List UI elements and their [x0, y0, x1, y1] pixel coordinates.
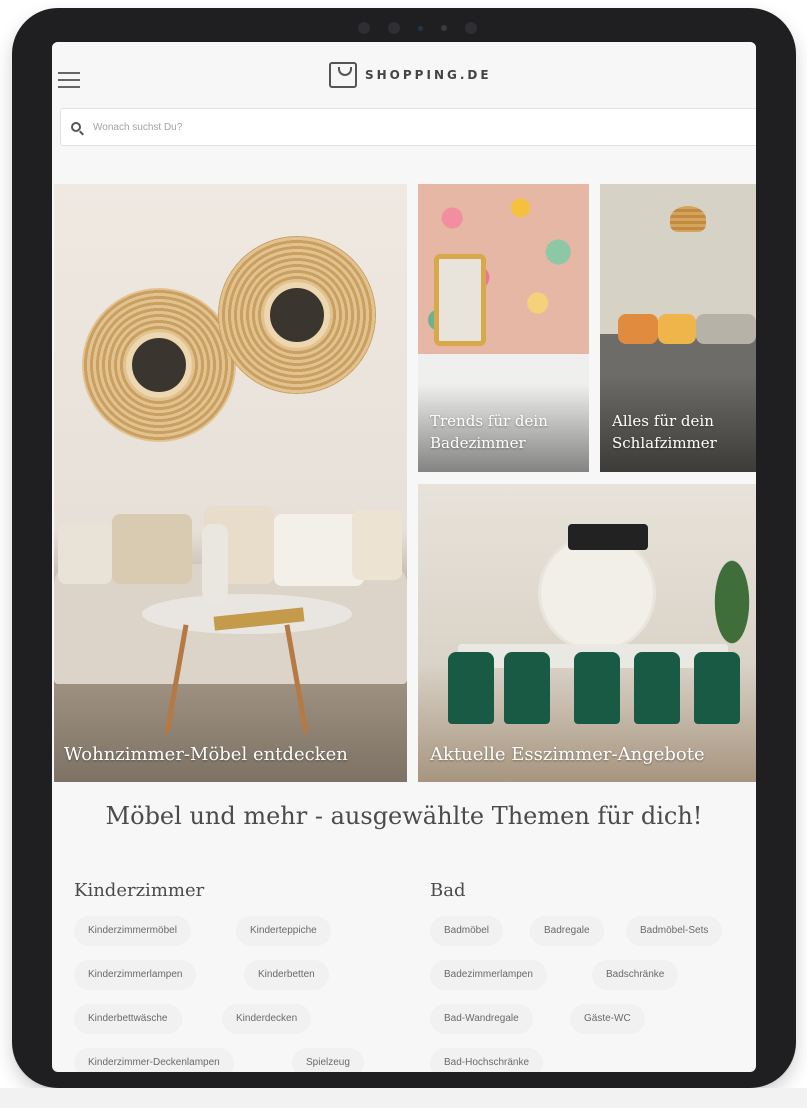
screen: SHOPPING.DE Wohn — [52, 42, 756, 1072]
search-bar[interactable] — [60, 108, 756, 146]
caption-line: Schlafzimmer — [612, 434, 717, 452]
bath-mirror — [434, 254, 486, 346]
caption-line: Badezimmer — [430, 434, 526, 452]
tile-caption: Wohnzimmer-Möbel entdecken — [64, 744, 348, 765]
tile-dining-room[interactable]: Aktuelle Esszimmer-Angebote — [418, 484, 756, 782]
topic-chip[interactable]: Badezimmerlampen — [430, 960, 547, 990]
site-header: SHOPPING.DE — [52, 42, 756, 164]
bedroom-wall — [600, 184, 756, 334]
topic-chip[interactable]: Kinderbettwäsche — [74, 1004, 182, 1034]
topic-chip[interactable]: Badmöbel-Sets — [626, 916, 723, 946]
topic-chip[interactable]: Gäste-WC — [570, 1004, 645, 1034]
mirror-decoration — [218, 236, 376, 394]
pendant-lamp — [670, 206, 706, 232]
topic-chip[interactable]: Badschränke — [592, 960, 679, 990]
round-mirror — [538, 534, 656, 652]
camera-strip — [342, 20, 492, 36]
tile-bedroom[interactable]: Alles für dein Schlafzimmer — [600, 184, 756, 472]
sensor-dot — [464, 22, 477, 34]
category-title-bad: Bad — [430, 880, 466, 901]
chandelier — [568, 524, 648, 550]
shopping-bag-icon — [329, 62, 357, 88]
menu-icon[interactable] — [58, 72, 80, 90]
topic-chip[interactable]: Badmöbel — [430, 916, 504, 946]
mirror-decoration — [82, 288, 236, 442]
topic-chip[interactable]: Kinderdecken — [222, 1004, 312, 1034]
topic-chip[interactable]: Bad-Hochschränke — [430, 1048, 544, 1072]
sensor-dot — [357, 22, 370, 34]
tablet-frame: SHOPPING.DE Wohn — [12, 8, 796, 1088]
topic-chip[interactable]: Badregale — [530, 916, 604, 946]
bottom-bar — [0, 1088, 807, 1108]
logo-text: SHOPPING.DE — [365, 68, 492, 82]
plant — [702, 554, 756, 674]
category-title-kinderzimmer: Kinderzimmer — [74, 880, 205, 901]
caption-line: Trends für dein — [430, 412, 548, 430]
caption-line: Alles für dein — [612, 412, 714, 430]
sensor-dot — [440, 25, 447, 31]
tile-caption: Aktuelle Esszimmer-Angebote — [430, 744, 705, 765]
tile-living-room[interactable]: Wohnzimmer-Möbel entdecken — [54, 184, 407, 782]
tile-bathroom[interactable]: Trends für dein Badezimmer — [418, 184, 589, 472]
topic-chip[interactable]: Bad-Wandregale — [430, 1004, 533, 1034]
topic-chip[interactable]: Kinderzimmer-Deckenlampen — [74, 1048, 234, 1072]
camera-lens — [417, 25, 423, 31]
site-logo[interactable]: SHOPPING.DE — [329, 58, 492, 92]
topic-chip[interactable]: Spielzeug — [292, 1048, 364, 1072]
search-icon[interactable] — [71, 122, 81, 132]
topic-chip[interactable]: Kinderzimmermöbel — [74, 916, 191, 946]
vase — [202, 524, 228, 604]
sensor-dot — [387, 22, 400, 34]
section-title: Möbel und mehr - ausgewählte Themen für … — [105, 802, 703, 830]
topic-chip[interactable]: Kinderbetten — [244, 960, 329, 990]
tile-caption: Trends für dein Badezimmer — [430, 410, 548, 454]
tile-caption: Alles für dein Schlafzimmer — [612, 410, 717, 454]
search-input[interactable] — [91, 120, 695, 134]
topic-chip[interactable]: Kinderteppiche — [236, 916, 331, 946]
topic-chip[interactable]: Kinderzimmerlampen — [74, 960, 197, 990]
